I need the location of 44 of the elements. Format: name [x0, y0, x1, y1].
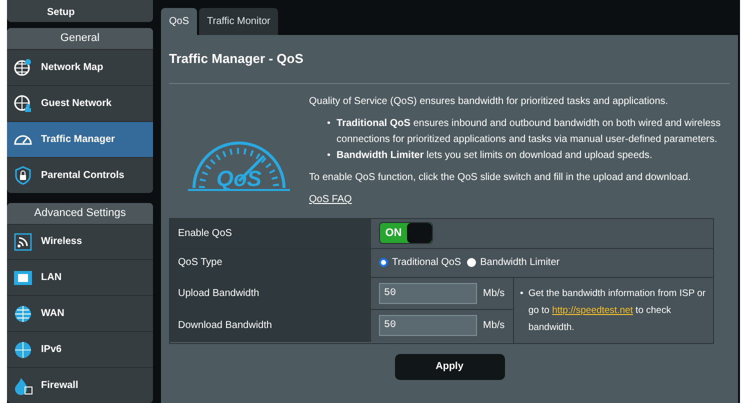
bandwidth-input[interactable]: 50: [379, 315, 477, 336]
shield-lock-icon: [13, 165, 33, 186]
instruction-paragraph: To enable QoS function, click the QoS slide switch and fill in the upload and download.: [309, 170, 692, 184]
sidebar-item[interactable]: Firewall: [7, 367, 153, 403]
radio-button[interactable]: [467, 258, 476, 267]
radio-label: Bandwidth Limiter: [480, 256, 560, 270]
unit-label: Mb/s: [483, 286, 505, 300]
bullet-text: Traditional QoS ensures inbound and outbound bandwidth on both wired and wireless connections for prioritized applications and tasks via manual user-defined parameters.: [336, 116, 722, 146]
setting-label: Download Bandwidth: [178, 319, 272, 333]
section-header: General: [7, 28, 153, 49]
apply-button[interactable]: Apply: [394, 354, 504, 380]
section-header: Advanced Settings: [7, 202, 153, 224]
speedtest-link[interactable]: http://speedtest.net: [552, 304, 633, 316]
globe-people-icon: [13, 93, 33, 114]
tab[interactable]: Traffic Monitor: [199, 8, 278, 35]
setting-label: QoS Type: [178, 256, 222, 270]
sidebar-item[interactable]: Wireless: [7, 224, 153, 260]
sidebar-item[interactable]: Parental Controls: [7, 156, 153, 193]
unit-label: Mb/s: [483, 319, 505, 333]
sidebar-item[interactable]: Setup: [47, 4, 75, 20]
note-text: Get the bandwidth information from ISP or go to http://speedtest.net to check bandwidth.: [528, 286, 707, 334]
bullet-marker: •: [520, 286, 524, 300]
sidebar-item[interactable]: LAN: [7, 259, 153, 296]
setting-label: Enable QoS: [178, 226, 232, 240]
setting-label: Upload Bandwidth: [178, 286, 260, 300]
intro-paragraph: Quality of Service (QoS) ensures bandwidth for prioritized tasks and applications.: [309, 94, 670, 108]
globe-icon: [13, 304, 33, 324]
sidebar-item[interactable]: Traffic Manager: [7, 120, 153, 157]
bullet-marker: •: [327, 116, 331, 130]
sidebar-item[interactable]: IPv6: [7, 331, 153, 368]
bandwidth-input[interactable]: 50: [379, 282, 477, 304]
sidebar-item[interactable]: Network Map: [7, 48, 153, 85]
logo-text: QoS: [216, 166, 262, 190]
bullet-marker: •: [327, 148, 331, 162]
faq-link[interactable]: QoS FAQ: [309, 192, 352, 208]
sidebar-item[interactable]: WAN: [7, 295, 153, 332]
radio-label: Traditional QoS: [392, 256, 462, 270]
globe-pin-icon: [13, 57, 33, 78]
tab[interactable]: QoS: [161, 8, 198, 35]
page-title: Traffic Manager - QoS: [169, 35, 730, 84]
globe-icon: [13, 340, 33, 360]
wifi-icon: [13, 232, 33, 252]
bullet-text: Bandwidth Limiter lets you set limits on download and upload speeds.: [336, 148, 652, 162]
radio-button[interactable]: [379, 258, 388, 267]
